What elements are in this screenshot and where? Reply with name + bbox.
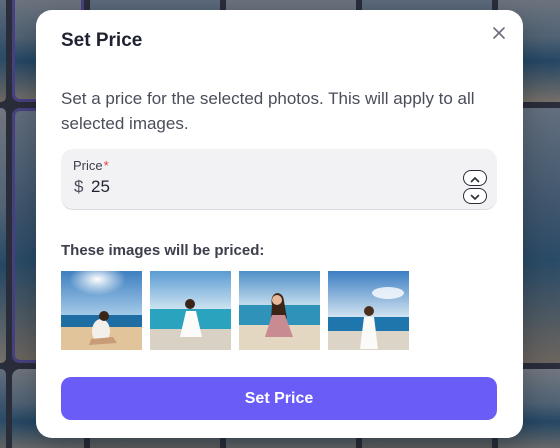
required-marker: * (103, 158, 109, 173)
beach-photo-sea-view (328, 271, 409, 350)
set-price-dialog: Set Price Set a price for the selected p… (36, 10, 523, 438)
set-price-button[interactable]: Set Price (61, 377, 497, 420)
price-field[interactable]: Price* $ (61, 149, 497, 210)
chevron-down-icon (470, 189, 480, 204)
currency-symbol: $ (74, 177, 84, 196)
decrement-button[interactable] (463, 188, 487, 204)
dialog-description: Set a price for the selected photos. Thi… (61, 89, 475, 133)
increment-button[interactable] (463, 170, 487, 186)
beach-photo-walking-woman (239, 271, 320, 350)
dialog-title: Set Price (61, 30, 143, 51)
selected-images-heading: These images will be priced: (61, 242, 265, 259)
price-input[interactable] (91, 176, 211, 198)
chevron-up-icon (470, 171, 480, 186)
price-label: Price* (73, 158, 109, 173)
close-button[interactable] (489, 23, 509, 43)
selected-images-list (61, 271, 409, 350)
beach-photo-sitting-woman (61, 271, 142, 350)
price-stepper (463, 170, 487, 204)
close-icon (489, 23, 509, 43)
beach-photo-white-dress (150, 271, 231, 350)
